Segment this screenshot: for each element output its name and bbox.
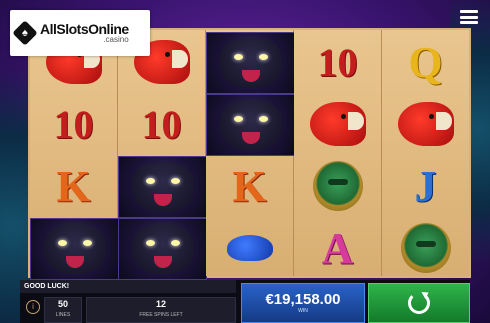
info-icon[interactable]: i: [26, 300, 40, 314]
reel-1: 10 K: [30, 30, 119, 280]
panther-symbol: [206, 94, 295, 156]
lines-label: LINES: [55, 312, 71, 318]
panther-symbol: [118, 156, 207, 218]
card-symbol-j: J: [414, 161, 437, 211]
free-spins-label: FREE SPINS LEFT: [139, 312, 183, 318]
reel-4: 10 A: [294, 30, 382, 276]
free-spins-value: 12: [155, 299, 166, 309]
mask-symbol: [382, 218, 469, 278]
site-logo: ♠ AllSlotsOnline .casino: [10, 10, 150, 56]
panther-symbol: [30, 218, 119, 280]
spade-icon: ♠: [12, 20, 38, 46]
hamburger-icon[interactable]: [460, 10, 478, 24]
card-symbol-10: 10: [141, 101, 182, 147]
status-message: GOOD LUCK!: [20, 280, 236, 293]
spin-refresh-icon: [408, 292, 430, 314]
win-value: €19,158.00: [265, 291, 341, 308]
reel-2: 10: [118, 30, 207, 280]
card-symbol-k: K: [56, 161, 91, 211]
parrot-symbol: [294, 94, 381, 154]
reel-5: QJ: [382, 30, 469, 276]
card-symbol-a: A: [321, 223, 354, 273]
parrot-symbol: [382, 94, 469, 154]
win-display: €19,158.00 WIN: [241, 283, 365, 323]
reel-3: K: [206, 30, 295, 278]
panther-symbol: [118, 218, 207, 280]
lines-value: 50: [57, 299, 68, 309]
card-symbol-10: 10: [317, 39, 358, 85]
panther-symbol: [206, 32, 295, 94]
frog-symbol: [206, 218, 293, 278]
mask-symbol: [294, 156, 381, 216]
card-symbol-10: 10: [53, 101, 94, 147]
logo-text: AllSlotsOnline: [40, 21, 129, 37]
card-symbol-q: Q: [408, 37, 443, 87]
spin-button[interactable]: [368, 283, 470, 323]
lines-display: 50 LINES: [44, 297, 82, 323]
logo-subtext: .casino: [103, 35, 129, 44]
reel-frame: 10 K 10 K 10 A QJ: [28, 28, 471, 280]
free-spins-display: 12 FREE SPINS LEFT: [86, 297, 236, 323]
win-label: WIN: [298, 308, 308, 314]
card-symbol-k: K: [232, 161, 267, 211]
